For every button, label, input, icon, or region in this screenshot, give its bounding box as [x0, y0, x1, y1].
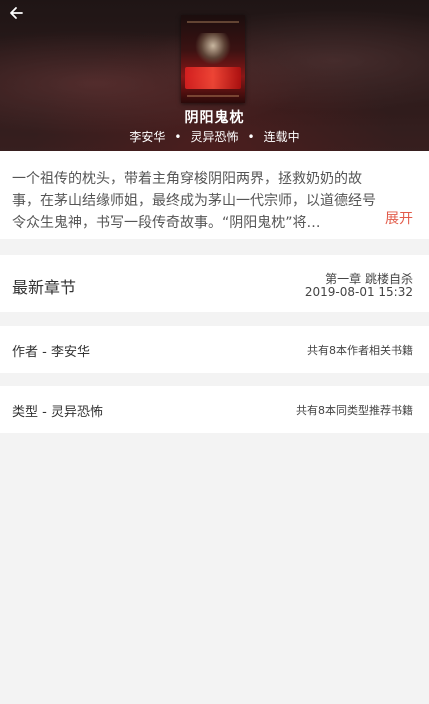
expand-button[interactable]: 展开 [385, 208, 413, 228]
author-related-books: 共有8本作者相关书籍 [307, 344, 413, 357]
meta-separator: • [247, 130, 255, 144]
author-label: 作者 - 李安华 [12, 345, 90, 360]
book-title: 阴阳鬼枕 [184, 110, 245, 126]
description-card: 一个祖传的枕头，带着主角穿梭阴阳两界，拯救奶奶的故事，在茅山结缘师姐，最终成为茅… [0, 151, 429, 239]
book-header: 阴阳鬼枕 李安华 • 灵异恐怖 • 连载中 [0, 0, 429, 151]
category-row[interactable]: 类型 - 灵异恐怖 共有8本同类型推荐书籍 [0, 386, 429, 433]
book-author: 李安华 [129, 130, 166, 144]
book-meta: 李安华 • 灵异恐怖 • 连载中 [0, 128, 429, 145]
category-related-books: 共有8本同类型推荐书籍 [296, 404, 413, 417]
book-cover [181, 15, 245, 103]
latest-chapter-label: 最新章节 [12, 278, 77, 297]
author-row[interactable]: 作者 - 李安华 共有8本作者相关书籍 [0, 326, 429, 373]
back-button[interactable] [6, 3, 26, 23]
arrow-left-icon [10, 7, 23, 19]
book-category: 灵异恐怖 [190, 130, 239, 144]
meta-separator: • [174, 130, 182, 144]
category-label: 类型 - 灵异恐怖 [12, 405, 103, 420]
latest-chapter-time: 2019-08-01 15:32 [304, 285, 413, 299]
book-status: 连载中 [263, 130, 300, 144]
book-description: 一个祖传的枕头，带着主角穿梭阴阳两界，拯救奶奶的故事，在茅山结缘师姐，最终成为茅… [12, 171, 376, 231]
latest-chapter-card[interactable]: 最新章节 第一章 跳楼自杀 2019-08-01 15:32 [0, 255, 429, 312]
